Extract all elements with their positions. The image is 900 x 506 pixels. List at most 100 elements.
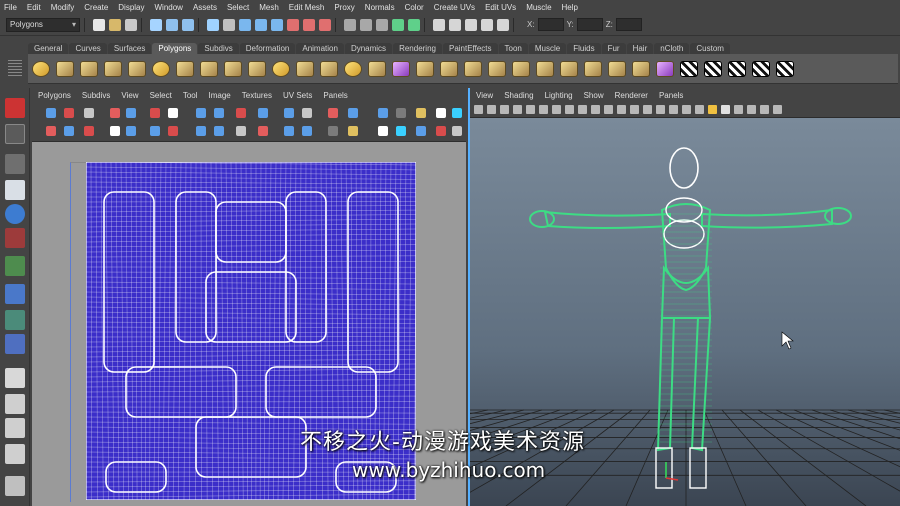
viewport-tool-icon[interactable]: [539, 105, 548, 114]
input-output-icon[interactable]: [497, 18, 509, 31]
offset-edge-loop-icon[interactable]: [464, 60, 482, 77]
spherical-mapping-icon[interactable]: [728, 60, 746, 77]
hypershade-icon[interactable]: [481, 18, 493, 31]
viewport-tool-icon[interactable]: [643, 105, 652, 114]
split-polygon-icon[interactable]: [416, 60, 434, 77]
uv-menu-select[interactable]: Select: [150, 91, 172, 100]
viewport-tool-icon[interactable]: [500, 105, 509, 114]
render-frame-icon[interactable]: [433, 18, 445, 31]
viewport-tool-icon[interactable]: [617, 105, 626, 114]
wedge-icon[interactable]: [584, 60, 602, 77]
viewport-menu-renderer[interactable]: Renderer: [615, 91, 648, 100]
scale-tool-icon[interactable]: [5, 228, 25, 248]
shelf-tab-toon[interactable]: Toon: [498, 43, 528, 54]
separate-icon[interactable]: [272, 60, 290, 77]
menu-select[interactable]: Select: [227, 3, 249, 12]
viewport-tool-icon[interactable]: [721, 105, 730, 114]
uv-tool-icon[interactable]: [348, 126, 358, 136]
selected-tool-icon[interactable]: [392, 60, 410, 77]
select-by-hierarchy-icon[interactable]: [150, 18, 162, 31]
uv-tool-icon[interactable]: [196, 126, 206, 136]
menu-proxy[interactable]: Proxy: [334, 3, 354, 12]
outliner-layout-icon[interactable]: [5, 476, 25, 496]
viewport-tool-icon[interactable]: [552, 105, 561, 114]
misc-mask-icon[interactable]: [319, 18, 331, 31]
uv-tool-icon[interactable]: [64, 126, 74, 136]
uv-tool-icon[interactable]: [196, 108, 206, 118]
shelf-tab-fur[interactable]: Fur: [601, 43, 626, 54]
rotate-tool-icon[interactable]: [5, 204, 25, 224]
uv-tool-icon[interactable]: [258, 108, 268, 118]
extract-icon[interactable]: [632, 60, 650, 77]
menu-mesh[interactable]: Mesh: [259, 3, 279, 12]
uv-workspace[interactable]: [32, 142, 466, 506]
uv-mask-icon[interactable]: [287, 18, 299, 31]
face-mask-icon[interactable]: [271, 18, 283, 31]
uv-tool-icon[interactable]: [84, 126, 94, 136]
viewport-tool-icon[interactable]: [630, 105, 639, 114]
uv-tool-icon[interactable]: [302, 126, 312, 136]
viewport-tool-icon[interactable]: [656, 105, 665, 114]
shelf-tab-hair[interactable]: Hair: [626, 43, 654, 54]
bevel-icon[interactable]: [488, 60, 506, 77]
shelf-tab-subdivs[interactable]: Subdivs: [198, 43, 239, 54]
collapse-icon[interactable]: [536, 60, 554, 77]
perspective-view[interactable]: [470, 118, 900, 506]
uv-tool-icon[interactable]: [46, 108, 56, 118]
extrude-icon[interactable]: [344, 60, 362, 77]
menu-assets[interactable]: Assets: [193, 3, 217, 12]
shelf-tab-fluids[interactable]: Fluids: [567, 43, 601, 54]
uv-menu-view[interactable]: View: [121, 91, 138, 100]
four-view-layout-icon[interactable]: [5, 394, 25, 414]
uv-menu-tool[interactable]: Tool: [183, 91, 198, 100]
uv-tool-icon[interactable]: [110, 126, 120, 136]
menu-edit-uvs[interactable]: Edit UVs: [485, 3, 516, 12]
uv-tool-icon[interactable]: [378, 126, 388, 136]
viewport-tool-icon[interactable]: [708, 105, 717, 114]
viewport-tool-icon[interactable]: [669, 105, 678, 114]
menu-create-uvs[interactable]: Create UVs: [434, 3, 475, 12]
poly-pipe-icon[interactable]: [224, 60, 242, 77]
append-polygon-icon[interactable]: [320, 60, 338, 77]
select-by-object-icon[interactable]: [166, 18, 178, 31]
planar-mapping-icon[interactable]: [680, 60, 698, 77]
shelf-tab-animation[interactable]: Animation: [296, 43, 344, 54]
viewport-menu-shading[interactable]: Shading: [504, 91, 533, 100]
viewport-tool-icon[interactable]: [513, 105, 522, 114]
uv-tool-icon[interactable]: [258, 126, 268, 136]
persp-outliner-layout-icon[interactable]: [5, 418, 25, 438]
poly-cylinder-icon[interactable]: [80, 60, 98, 77]
single-perspective-layout-icon[interactable]: [5, 368, 25, 388]
vertex-mask-icon[interactable]: [239, 18, 251, 31]
uv-tool-icon[interactable]: [328, 108, 338, 118]
shelf-tab-deformation[interactable]: Deformation: [239, 43, 296, 54]
duplicate-face-icon[interactable]: [608, 60, 626, 77]
uv-menu-image[interactable]: Image: [209, 91, 231, 100]
viewport-tool-icon[interactable]: [578, 105, 587, 114]
uv-tool-icon[interactable]: [46, 126, 56, 136]
paint-select-tool-icon[interactable]: [5, 154, 25, 174]
move-tool-icon[interactable]: [5, 180, 25, 200]
shelf-tab-general[interactable]: General: [28, 43, 69, 54]
sculpt-icon[interactable]: [656, 60, 674, 77]
open-scene-icon[interactable]: [109, 18, 121, 31]
menu-color[interactable]: Color: [405, 3, 424, 12]
viewport-tool-icon[interactable]: [604, 105, 613, 114]
viewport-menu-view[interactable]: View: [476, 91, 493, 100]
menu-modify[interactable]: Modify: [51, 3, 75, 12]
uv-tool-icon[interactable]: [214, 126, 224, 136]
uv-menu-panels[interactable]: Panels: [323, 91, 347, 100]
viewport-tool-icon[interactable]: [526, 105, 535, 114]
uv-tool-icon[interactable]: [236, 108, 246, 118]
shelf-tab-custom[interactable]: Custom: [690, 43, 730, 54]
last-tool-icon[interactable]: [5, 334, 25, 354]
cylindrical-mapping-icon[interactable]: [704, 60, 722, 77]
viewport-tool-icon[interactable]: [760, 105, 769, 114]
viewport-tool-icon[interactable]: [682, 105, 691, 114]
live-surface-icon[interactable]: [408, 18, 420, 31]
viewport-tool-icon[interactable]: [474, 105, 483, 114]
poly-cone-icon[interactable]: [104, 60, 122, 77]
viewport-tool-icon[interactable]: [487, 105, 496, 114]
uv-menu-subdivs[interactable]: Subdivs: [82, 91, 110, 100]
automatic-mapping-icon[interactable]: [752, 60, 770, 77]
